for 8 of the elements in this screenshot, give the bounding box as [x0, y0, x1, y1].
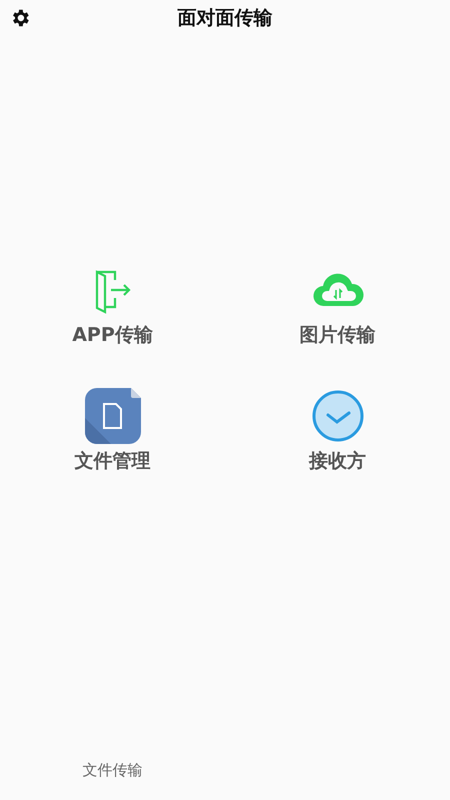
action-label[interactable]: 图片传输 [300, 322, 376, 348]
action-label[interactable]: 文件管理 [74, 448, 150, 474]
page-title: 面对面传输 [178, 6, 272, 31]
action-label[interactable]: 接收方 [309, 448, 366, 474]
action-label[interactable]: APP传输 [72, 322, 153, 348]
check-circle-icon [310, 388, 366, 444]
bottom-tab[interactable]: 文件传输 [82, 760, 142, 780]
document-icon [84, 388, 140, 444]
